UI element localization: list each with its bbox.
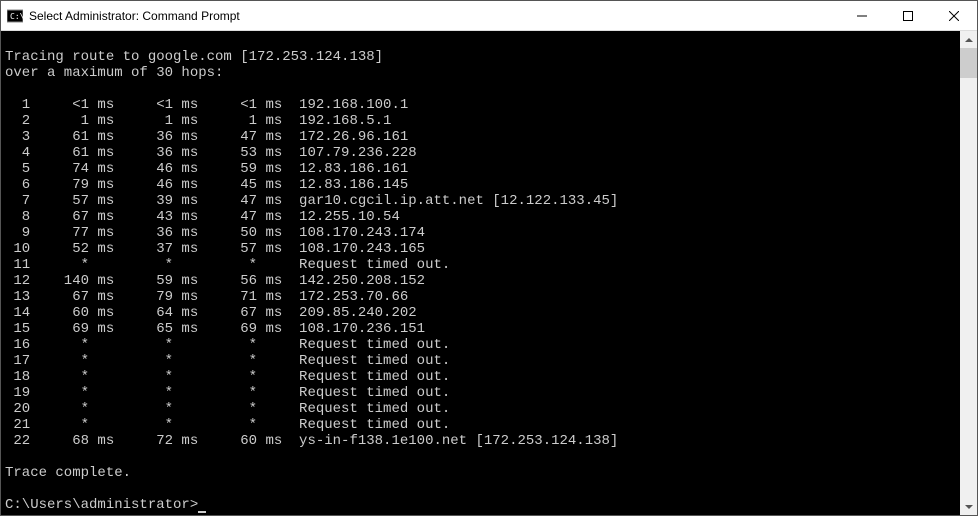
scrollbar-down-button[interactable]: [960, 498, 977, 515]
terminal-output[interactable]: Tracing route to google.com [172.253.124…: [1, 31, 960, 515]
window-controls: [839, 1, 977, 30]
close-button[interactable]: [931, 1, 977, 30]
svg-text:C:\: C:\: [10, 12, 23, 21]
titlebar[interactable]: C:\ Select Administrator: Command Prompt: [1, 1, 977, 31]
cursor: [198, 511, 206, 513]
window-title: Select Administrator: Command Prompt: [29, 9, 839, 23]
maximize-button[interactable]: [885, 1, 931, 30]
cmd-icon: C:\: [7, 8, 23, 24]
scrollbar-up-button[interactable]: [960, 31, 977, 48]
minimize-button[interactable]: [839, 1, 885, 30]
terminal-container: Tracing route to google.com [172.253.124…: [1, 31, 977, 515]
scrollbar-thumb[interactable]: [960, 48, 977, 78]
scrollbar[interactable]: [960, 31, 977, 515]
